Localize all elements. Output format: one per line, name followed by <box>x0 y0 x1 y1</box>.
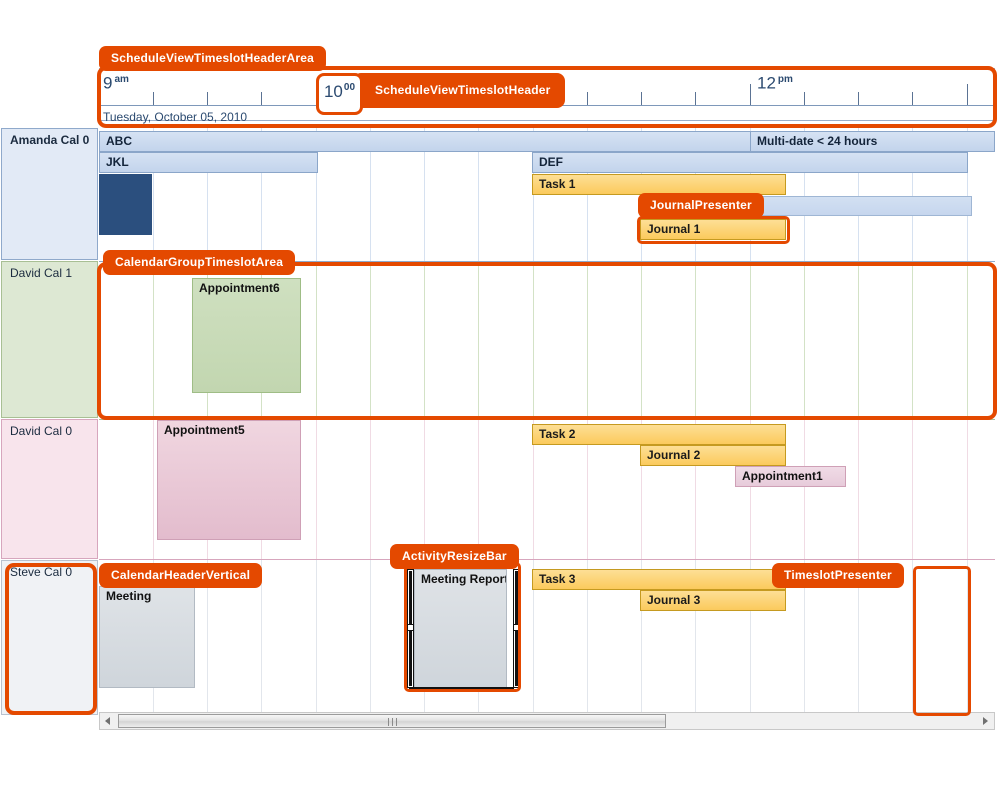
calendar-header-label: David Cal 1 <box>10 266 73 280</box>
allday-activity-multi-date[interactable]: Multi-date < 24 hours <box>750 131 995 152</box>
activity-appointment6[interactable]: Appointment6 <box>192 278 301 393</box>
callout-timeslot-presenter: TimeslotPresenter <box>772 563 904 588</box>
activity-task-3[interactable]: Task 3 <box>532 569 786 590</box>
activity-journal-2[interactable]: Journal 2 <box>640 445 786 466</box>
calendar-header-david-cal-0[interactable]: David Cal 0 <box>1 419 98 559</box>
scheduleview-timeslot-header-pill[interactable]: 1000 <box>316 73 363 115</box>
scroll-left-arrow-icon[interactable] <box>100 713 116 729</box>
activity-meeting-report[interactable]: Meeting Report <box>414 569 507 688</box>
callout-activity-resize-bar: ActivityResizeBar <box>390 544 519 569</box>
allday-activity-abc[interactable]: ABC <box>99 131 751 152</box>
activity-task-1[interactable]: Task 1 <box>532 174 786 195</box>
activity-appointment5[interactable]: Appointment5 <box>157 420 301 540</box>
activity-journal-1[interactable]: Journal 1 <box>640 219 786 240</box>
calendar-header-steve-cal-0[interactable]: Steve Cal 0 <box>1 560 98 715</box>
activity-task-2[interactable]: Task 2 <box>532 424 786 445</box>
resize-handle-left[interactable] <box>407 624 414 631</box>
resize-bar-bottom[interactable] <box>409 687 514 690</box>
activity-appointment1[interactable]: Appointment1 <box>735 466 846 487</box>
calendar-header-david-cal-1[interactable]: David Cal 1 <box>1 261 98 418</box>
callout-scheduleview-timeslot-header: ScheduleViewTimeslotHeader <box>353 73 565 108</box>
calendar-header-label: David Cal 0 <box>10 424 73 438</box>
calendar-header-label: Steve Cal 0 <box>10 565 73 579</box>
hour-label-12: 12 pm <box>757 74 793 93</box>
allday-activity-jkl[interactable]: JKL <box>99 152 318 173</box>
hour-label-9: 9 am <box>103 74 129 93</box>
callout-calendar-header-vertical: CalendarHeaderVertical <box>99 563 263 588</box>
scheduleview-control: 9 am 12 pm Tuesday, October 05, 2010 Amand… <box>0 0 1000 800</box>
activity-meeting[interactable]: Meeting <box>99 586 195 688</box>
scrollbar-thumb[interactable] <box>118 714 666 728</box>
allday-activity-def[interactable]: DEF <box>532 152 968 173</box>
scrollbar-grip-icon <box>388 718 397 726</box>
activity-journal-3[interactable]: Journal 3 <box>640 590 786 611</box>
resize-handle-right[interactable] <box>513 624 520 631</box>
calendar-header-label: Amanda Cal 0 <box>10 133 90 147</box>
selected-timeslot-cell[interactable] <box>99 174 152 235</box>
horizontal-scrollbar[interactable] <box>99 712 995 730</box>
calendar-header-amanda-cal-0[interactable]: Amanda Cal 0 <box>1 128 98 260</box>
callout-calendar-group-timeslot-area: CalendarGroupTimeslotArea <box>103 250 296 275</box>
scroll-right-arrow-icon[interactable] <box>978 713 994 729</box>
callout-scheduleview-timeslot-header-area: ScheduleViewTimeslotHeaderArea <box>99 46 326 71</box>
callout-journal-presenter: JournalPresenter <box>638 193 764 218</box>
